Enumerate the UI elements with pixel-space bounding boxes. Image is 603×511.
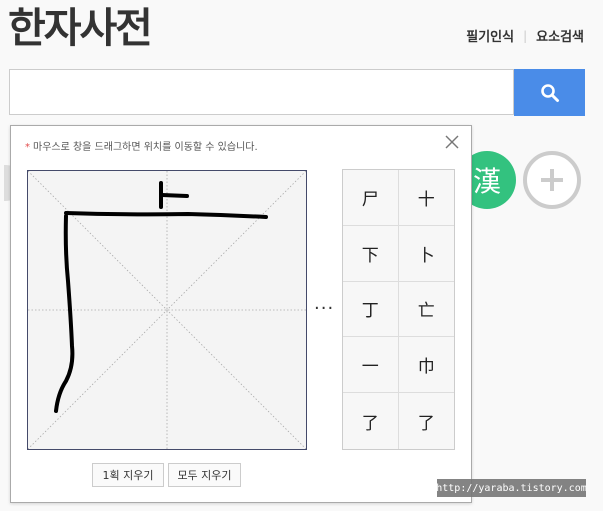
more-indicator: ··· [314,298,335,319]
candidate-char[interactable]: 下 [343,225,399,282]
component-search-link[interactable]: 요소검색 [536,26,584,45]
candidate-char[interactable]: 卜 [398,225,454,282]
add-button[interactable] [523,151,581,209]
hanja-button-label: 漢 [472,165,501,198]
candidate-char[interactable]: 十 [398,170,454,226]
candidate-char[interactable]: 一 [343,337,399,394]
clear-all-button[interactable]: 모두 지우기 [168,463,241,487]
notice-star: * [25,142,30,153]
search-button[interactable] [514,69,585,116]
search-field[interactable] [9,69,514,115]
handwriting-canvas[interactable] [27,170,307,450]
search-input[interactable] [10,70,513,114]
candidate-grid: 尸 十 下 卜 丁 亡 一 巾 了 了 [342,169,455,450]
search-icon [540,83,559,102]
notice-text: 마우스로 창을 드래그하면 위치를 이동할 수 있습니다. [33,142,258,153]
ink-stroke-3 [64,211,268,219]
handwriting-link[interactable]: 필기인식 [466,26,514,45]
candidate-char[interactable]: 巾 [398,337,454,394]
plus-icon [541,169,563,191]
candidate-char[interactable]: 尸 [343,170,399,226]
watermark: http://yaraba.tistory.com [436,479,587,497]
canvas-drawing [27,170,307,450]
handwriting-popup[interactable]: * 마우스로 창을 드래그하면 위치를 이동할 수 있습니다. ··· 尸 十 下 [10,125,472,503]
clear-stroke-button[interactable]: 1획 지우기 [92,463,164,487]
drag-notice: * 마우스로 창을 드래그하면 위치를 이동할 수 있습니다. [25,138,258,153]
candidate-char[interactable]: 丁 [343,281,399,338]
ink-stroke-2 [160,193,189,198]
top-links: 필기인식 | 요소검색 [466,26,584,46]
ink-stroke-4 [54,214,75,413]
candidate-char[interactable]: 了 [343,393,399,449]
candidate-char[interactable]: 了 [398,393,454,449]
candidate-char[interactable]: 亡 [398,281,454,338]
close-icon[interactable] [445,135,459,149]
page-title: 한자사전 [8,4,153,52]
link-separator: | [523,28,528,43]
